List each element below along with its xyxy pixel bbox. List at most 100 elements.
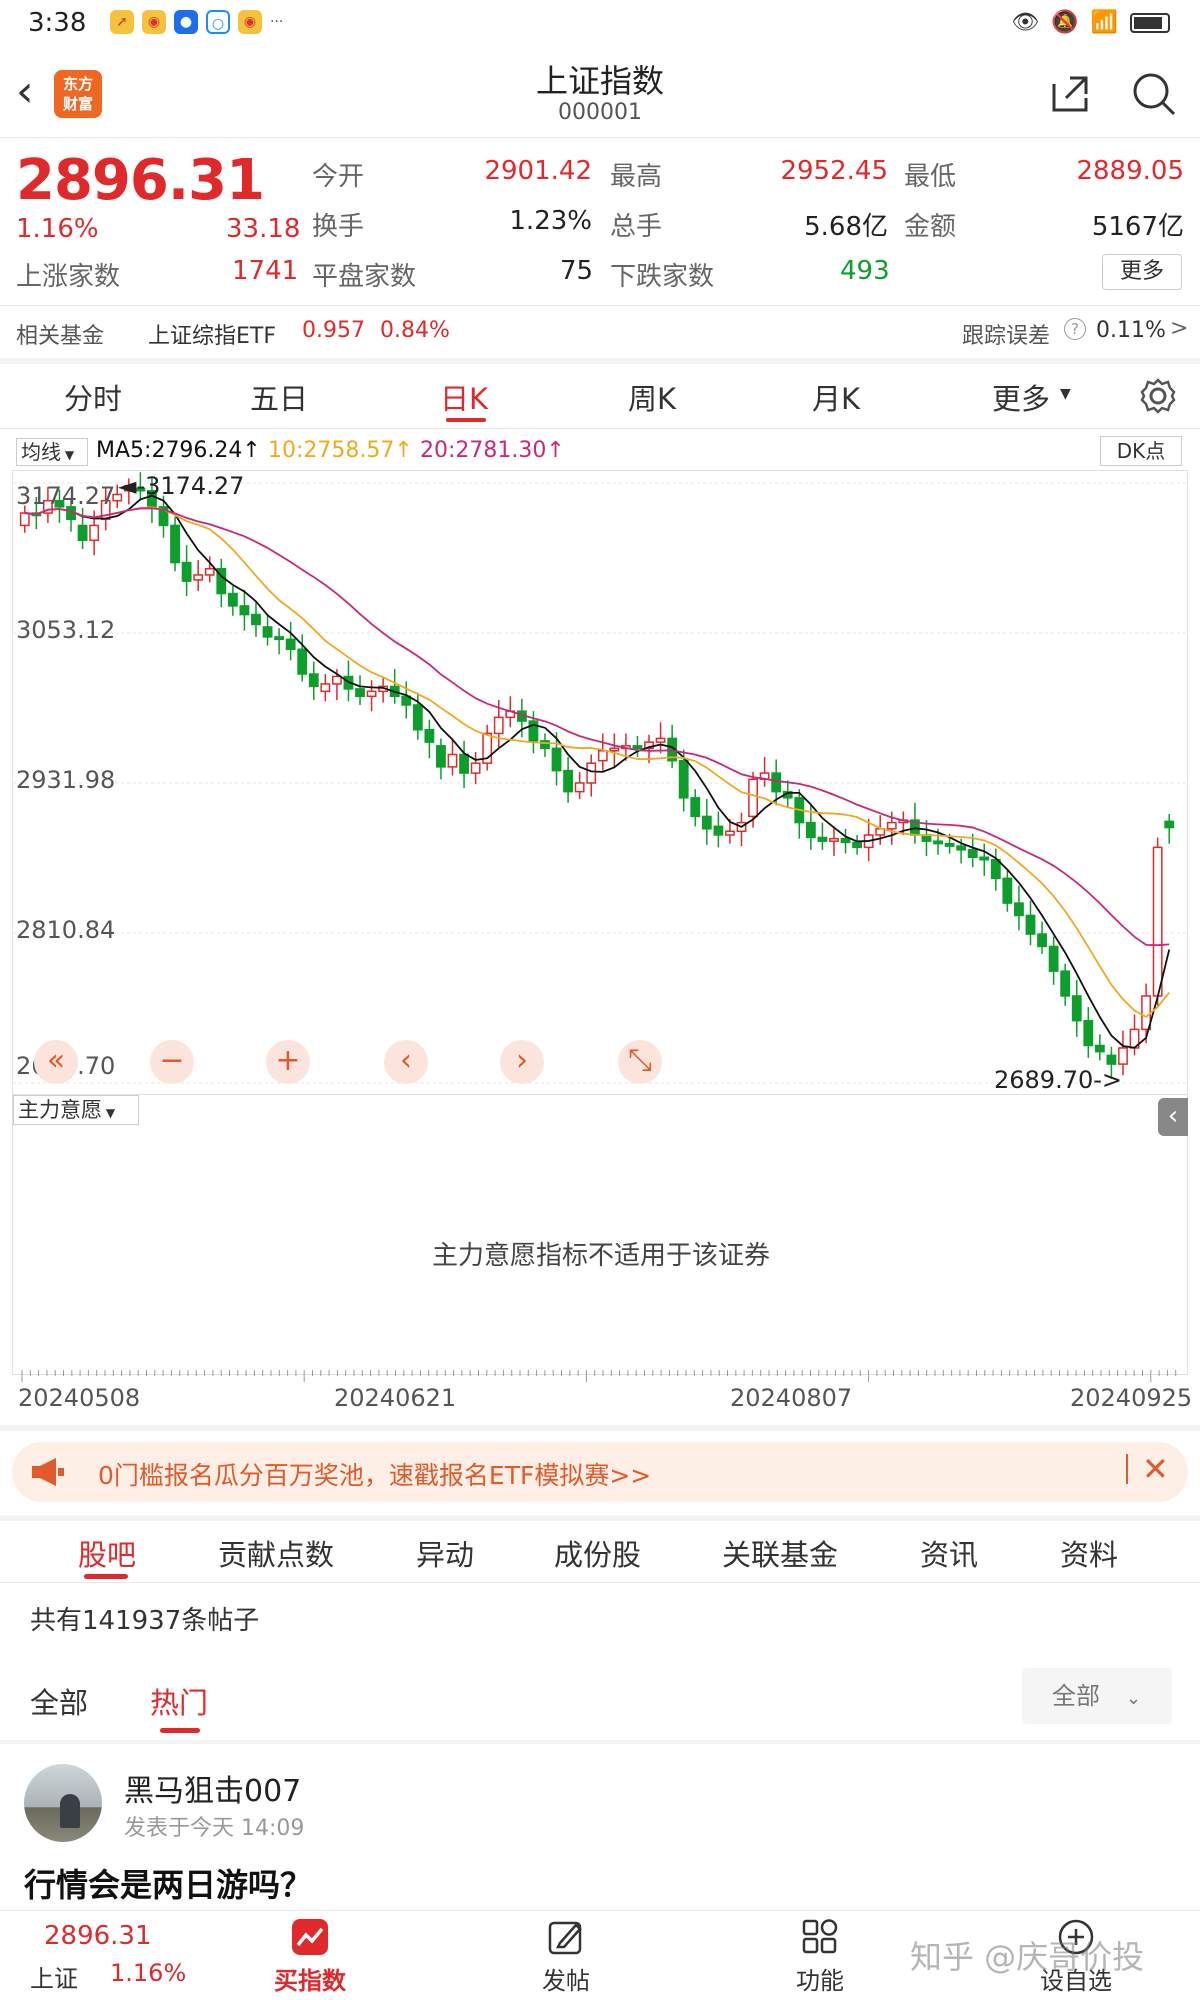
- ma-selector-dropdown[interactable]: 均线 ▼: [16, 438, 88, 466]
- post-scope-dropdown[interactable]: 全部 ⌄: [1022, 1668, 1172, 1724]
- section-tab[interactable]: 股吧: [78, 1532, 136, 1574]
- x-tick-label: 20240925: [1070, 1384, 1193, 1412]
- related-fund-pct: 0.84%: [380, 318, 450, 343]
- candle-body: [412, 704, 423, 731]
- quote-value: 2889.05: [1076, 156, 1184, 186]
- zoom-out-icon[interactable]: −: [150, 1040, 194, 1084]
- down-count-label: 下跌家数: [610, 262, 715, 292]
- banner-text[interactable]: 0门槛报名瓜分百万奖池，速戳报名ETF模拟赛>>: [98, 1456, 651, 1492]
- filter-all[interactable]: 全部: [30, 1680, 88, 1722]
- battery-icon: [1130, 12, 1170, 33]
- y-tick-label: 3174.27: [16, 482, 116, 510]
- candle-body: [1071, 995, 1082, 1022]
- candle-body: [193, 574, 204, 581]
- candle-body: [944, 842, 955, 847]
- related-fund-name[interactable]: 上证综指ETF: [148, 318, 276, 350]
- candle-body: [297, 648, 308, 675]
- quote-value: 1.23%: [509, 206, 592, 236]
- candle-body: [725, 830, 735, 836]
- chevron-right-icon[interactable]: >: [1170, 316, 1188, 341]
- nav-post[interactable]: 发帖: [526, 1917, 606, 1996]
- nav-stock-name: 上证: [30, 1965, 78, 1993]
- candle-body: [852, 841, 863, 849]
- scroll-left-icon[interactable]: ‹: [384, 1040, 428, 1084]
- candle-body: [933, 840, 943, 845]
- quote-value: 2901.42: [484, 156, 592, 186]
- quote-label: 总手: [610, 212, 663, 242]
- divider: [0, 1582, 1200, 1583]
- section-tab[interactable]: 贡献点数: [218, 1532, 334, 1574]
- change-value: 33.18: [226, 214, 301, 244]
- x-tick-label: 20240621: [334, 1384, 457, 1412]
- tab-monthly-k[interactable]: 月K: [812, 376, 860, 418]
- ma-line-ma10: [24, 506, 1170, 1018]
- grid-apps-icon: [802, 1919, 838, 1954]
- status-time: 3:38: [28, 8, 87, 38]
- nav-functions[interactable]: 功能: [780, 1917, 860, 1996]
- candle-body: [262, 626, 273, 638]
- tab-five-day[interactable]: 五日: [250, 376, 308, 418]
- tab-daily-k[interactable]: 日K: [440, 376, 488, 418]
- settings-gear-icon[interactable]: [1138, 376, 1178, 416]
- candle-body: [805, 821, 816, 839]
- candle-body: [331, 675, 342, 685]
- zoom-in-icon[interactable]: +: [266, 1040, 310, 1084]
- section-tab[interactable]: 资料: [1060, 1532, 1118, 1574]
- tab-more[interactable]: 更多: [992, 376, 1050, 418]
- scroll-right-icon[interactable]: ›: [500, 1040, 544, 1084]
- caret-down-icon[interactable]: ▼: [1060, 386, 1071, 402]
- candle-body: [89, 524, 100, 542]
- section-gap: [0, 1515, 1200, 1521]
- close-icon[interactable]: ✕: [1142, 1450, 1169, 1488]
- up-count: 1741: [232, 256, 299, 286]
- ma10-legend: 10:2758.57↑: [268, 438, 413, 463]
- up-count-label: 上涨家数: [16, 262, 121, 292]
- candle-body: [597, 750, 608, 762]
- dk-point-button[interactable]: DK点: [1100, 436, 1182, 466]
- candle-body: [713, 825, 724, 836]
- candle-body: [771, 772, 782, 793]
- candle-body: [829, 837, 839, 842]
- candle-body: [701, 815, 712, 830]
- section-tab[interactable]: 资讯: [920, 1532, 978, 1574]
- post-title[interactable]: 行情会是两日游吗？: [24, 1860, 312, 1906]
- candle-body: [990, 859, 1001, 880]
- author-avatar[interactable]: [24, 1764, 102, 1842]
- scroll-left-fast-icon[interactable]: «: [34, 1040, 78, 1084]
- collapse-panel-icon[interactable]: ‹: [1158, 1098, 1188, 1136]
- tab-intraday[interactable]: 分时: [64, 376, 122, 418]
- ma-line-ma20: [24, 507, 1170, 947]
- nav-buy-index[interactable]: 买指数: [270, 1917, 350, 1996]
- indicator-message: 主力意愿指标不适用于该证券: [431, 1241, 770, 1271]
- candle-body: [609, 747, 620, 752]
- fullscreen-icon[interactable]: ⤡: [618, 1040, 662, 1084]
- more-button[interactable]: 更多: [1102, 254, 1182, 290]
- y-tick-label: 3053.12: [16, 616, 116, 644]
- x-tick-label: 20240807: [730, 1384, 853, 1412]
- weibo-icon-2: ◉: [238, 10, 262, 34]
- tab-weekly-k[interactable]: 周K: [628, 376, 676, 418]
- eye-icon: 👁: [1011, 10, 1040, 35]
- wifi-icon: 📶: [1090, 10, 1118, 35]
- candle-body: [424, 728, 435, 743]
- kline-svg[interactable]: [13, 471, 1189, 1096]
- candle-body: [1118, 1047, 1128, 1065]
- nav-pct: 1.16%: [110, 1959, 187, 1987]
- candle-body: [1048, 945, 1059, 972]
- candle-body: [274, 636, 285, 641]
- share-icon[interactable]: [1046, 70, 1094, 118]
- section-tab[interactable]: 异动: [416, 1532, 474, 1574]
- search-icon[interactable]: [1130, 70, 1178, 118]
- section-tab[interactable]: 成份股: [554, 1532, 641, 1574]
- section-gap: [0, 1425, 1200, 1431]
- candle-body: [459, 753, 469, 774]
- kline-chart[interactable]: [12, 470, 1189, 1096]
- help-icon[interactable]: ?: [1064, 318, 1086, 340]
- post-author[interactable]: 黑马狙击007: [124, 1766, 301, 1810]
- promo-banner[interactable]: 0门槛报名瓜分百万奖池，速戳报名ETF模拟赛>> ✕: [12, 1442, 1188, 1502]
- section-tab[interactable]: 关联基金: [722, 1532, 838, 1574]
- candle-body: [320, 683, 331, 693]
- filter-hot[interactable]: 热门: [150, 1680, 208, 1722]
- candle-body: [1025, 914, 1036, 935]
- indicator-selector-dropdown[interactable]: 主力意愿 ▼: [13, 1095, 139, 1125]
